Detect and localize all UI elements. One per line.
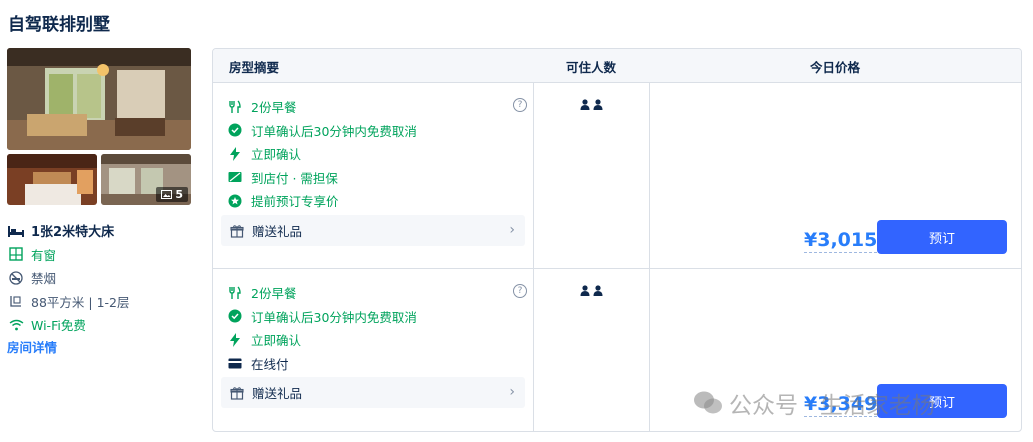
lightning-icon <box>227 332 243 348</box>
perk-pay-at-hotel: 到店付 · 需担保 <box>227 166 527 190</box>
chevron-right-icon: › <box>509 222 515 238</box>
perk-early-booking: 提前预订专享价 <box>227 189 527 213</box>
room-photo-thumb[interactable] <box>7 154 97 205</box>
room-photo-thumb[interactable]: 5 <box>101 154 191 205</box>
photo-count-badge[interactable]: 5 <box>156 187 188 202</box>
window-info: 有窗 <box>7 243 197 267</box>
image-icon <box>161 190 173 199</box>
person-icon <box>593 99 602 110</box>
perk-breakfast: 2份早餐 <box>227 95 527 119</box>
price[interactable]: ¥3,015 <box>804 228 878 253</box>
person-icon <box>580 285 589 296</box>
rate-perks: ? 2份早餐 订单确认后30分钟内免费取消 立即确认 到店付 · 需担保 提前预… <box>227 95 527 213</box>
gift-icon <box>229 223 245 239</box>
chevron-right-icon: › <box>509 384 515 400</box>
person-icon <box>580 99 589 110</box>
rate-row: ? 2份早餐 订单确认后30分钟内免费取消 立即确认 到店付 · 需担保 提前预… <box>213 82 1021 268</box>
book-button[interactable]: 预订 <box>877 384 1007 418</box>
perk-free-cancel: 订单确认后30分钟内免费取消 <box>227 305 527 329</box>
perk-instant-confirm: 立即确认 <box>227 142 527 166</box>
book-button[interactable]: 预订 <box>877 220 1007 254</box>
lightning-icon <box>227 146 243 162</box>
price[interactable]: ¥3,349 <box>804 392 878 417</box>
area-icon <box>7 293 25 309</box>
area-info: 88平方米 | 1-2层 <box>7 290 197 314</box>
person-icon <box>593 285 602 296</box>
smoking-info: 禁烟 <box>7 266 197 290</box>
perk-pay-online: 在线付 <box>227 352 527 376</box>
gift-label: 赠送礼品 <box>252 224 303 239</box>
occupancy-icons <box>533 285 649 296</box>
perk-instant-confirm: 立即确认 <box>227 328 527 352</box>
card-icon <box>227 355 243 371</box>
gift-icon <box>229 385 245 401</box>
perk-free-cancel: 订单确认后30分钟内免费取消 <box>227 119 527 143</box>
rate-table: 房型摘要 可住人数 今日价格 ? 2份早餐 订单确认后30分钟内免费取消 立即确… <box>212 48 1022 432</box>
header-room-summary: 房型摘要 <box>229 60 280 75</box>
wifi-info: Wi-Fi免费 <box>7 313 197 337</box>
bed-info: 1张2米特大床 <box>7 219 197 243</box>
cutlery-icon <box>227 285 243 301</box>
wifi-icon <box>7 317 25 333</box>
star-badge-icon <box>227 193 243 209</box>
bed-icon <box>7 223 25 239</box>
room-facts: 1张2米特大床 有窗 禁烟 88平方米 | 1-2层 Wi-Fi免费 <box>7 219 197 337</box>
help-icon[interactable]: ? <box>513 284 527 298</box>
gift-row[interactable]: 赠送礼品 › <box>221 377 525 408</box>
gift-label: 赠送礼品 <box>252 386 303 401</box>
header-occupancy: 可住人数 <box>565 60 616 75</box>
gift-row[interactable]: 赠送礼品 › <box>221 215 525 246</box>
window-icon <box>7 246 25 262</box>
room-photo-main[interactable] <box>7 48 191 150</box>
occupancy-icons <box>533 99 649 110</box>
rate-perks: ? 2份早餐 订单确认后30分钟内免费取消 立即确认 在线付 <box>227 281 527 375</box>
photo-count: 5 <box>175 188 183 201</box>
help-icon[interactable]: ? <box>513 98 527 112</box>
header-price: 今日价格 <box>809 60 860 75</box>
perk-breakfast: 2份早餐 <box>227 281 527 305</box>
check-circle-icon <box>227 308 243 324</box>
rate-row: ? 2份早餐 订单确认后30分钟内免费取消 立即确认 在线付 赠送礼品 › ¥3… <box>213 268 1021 431</box>
room-title: 自驾联排别墅 <box>8 15 110 35</box>
cutlery-icon <box>227 99 243 115</box>
room-details-link[interactable]: 房间详情 <box>7 337 57 356</box>
no-smoking-icon <box>7 270 25 286</box>
check-circle-icon <box>227 122 243 138</box>
card-icon <box>227 169 243 185</box>
table-header: 房型摘要 可住人数 今日价格 <box>213 49 1021 82</box>
